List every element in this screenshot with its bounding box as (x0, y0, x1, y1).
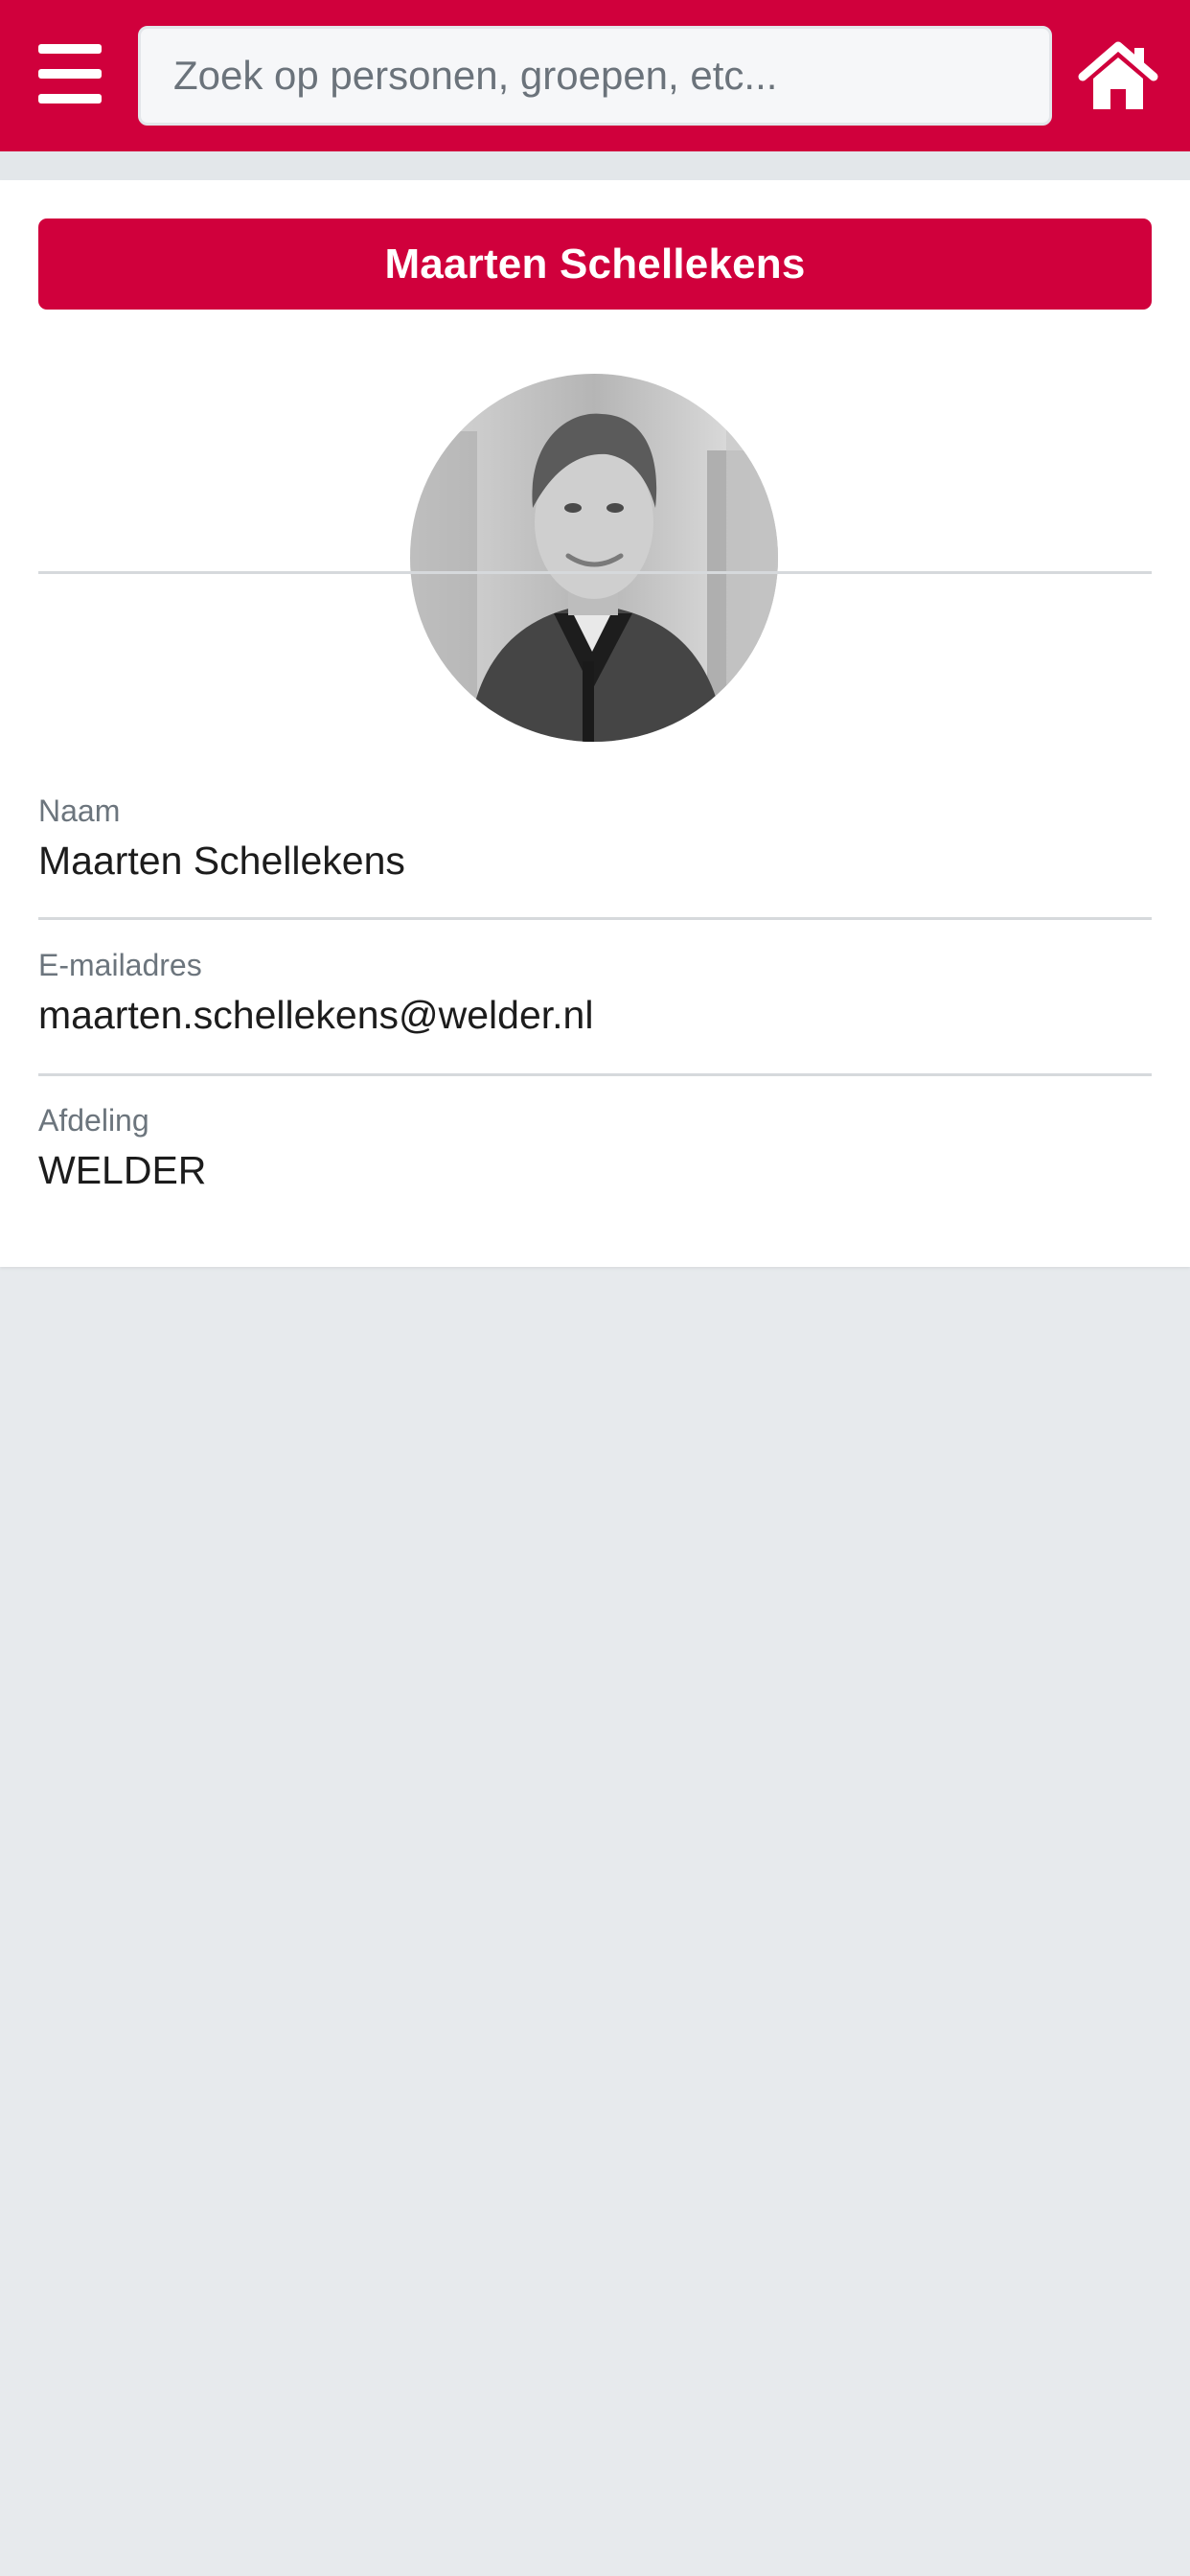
field-value-name: Maarten Schellekens (38, 839, 405, 883)
top-navigation-bar (0, 0, 1190, 151)
profile-card: Maarten Schellekens Naam Maarten Schelle… (0, 180, 1190, 1267)
divider (38, 1073, 1152, 1076)
hamburger-menu-icon[interactable] (38, 44, 102, 104)
field-value-department: WELDER (38, 1148, 207, 1192)
field-label-name: Naam (38, 794, 121, 828)
header-separator (0, 151, 1190, 180)
field-label-department: Afdeling (38, 1103, 149, 1138)
divider (38, 917, 1152, 920)
home-icon[interactable] (1077, 38, 1159, 111)
field-value-email[interactable]: maarten.schellekens@welder.nl (38, 991, 593, 1039)
search-input[interactable] (138, 26, 1052, 126)
profile-name-banner: Maarten Schellekens (38, 218, 1152, 310)
divider (38, 571, 1152, 574)
profile-avatar (410, 374, 778, 742)
field-label-email: E-mailadres (38, 948, 202, 982)
